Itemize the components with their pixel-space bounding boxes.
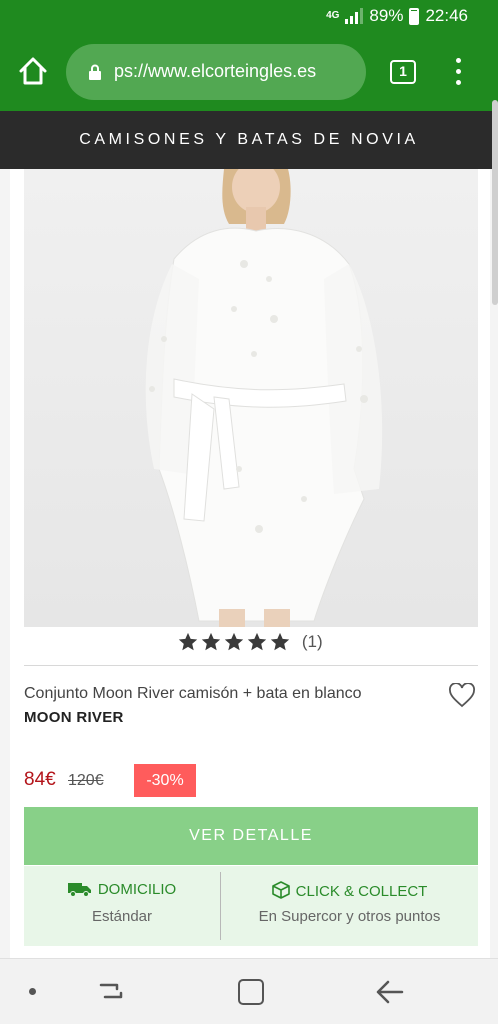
url-text: ps://www.elcorteingles.es — [114, 61, 317, 81]
browser-toolbar: ps://www.elcorteingles.es 1 — [0, 34, 498, 111]
current-price: 84€ — [24, 769, 56, 790]
product-list: (1) Conjunto Moon River camisón + bata e… — [0, 169, 498, 958]
home-delivery-subtitle: Estándar — [91, 908, 153, 925]
back-icon[interactable] — [374, 978, 406, 1006]
signal-icon — [345, 8, 364, 24]
recent-apps-icon[interactable] — [97, 977, 125, 1005]
battery-level: 89% — [369, 6, 404, 25]
star-icon — [271, 632, 290, 651]
scrollbar[interactable] — [492, 100, 498, 305]
home-icon[interactable] — [16, 54, 50, 88]
rating-stars — [177, 631, 291, 653]
tabs-icon[interactable]: 1 — [390, 60, 416, 84]
status-bar: 4G 89% 22:46 — [0, 0, 498, 34]
heart-icon[interactable] — [448, 682, 476, 709]
click-collect-subtitle: En Supercor y otros puntos — [258, 908, 441, 925]
lock-icon — [89, 64, 101, 80]
discount-badge: -30% — [134, 764, 196, 797]
network-indicator: 4G — [326, 10, 340, 21]
original-price: 120€ — [68, 772, 104, 789]
url-bar[interactable]: ps://www.elcorteingles.es — [66, 44, 366, 100]
overflow-menu-icon[interactable] — [450, 58, 468, 88]
view-detail-button[interactable]: VER DETALLE — [24, 807, 478, 865]
battery-icon — [409, 7, 420, 25]
category-header: CAMISONES Y BATAS DE NOVIA — [0, 111, 498, 169]
home-delivery-option[interactable]: DOMICILIO Estándar — [24, 866, 220, 946]
category-title: CAMISONES Y BATAS DE NOVIA — [79, 131, 419, 148]
delivery-options: DOMICILIO Estándar CLICK & COLLECT En Su… — [24, 866, 478, 946]
clock: 22:46 — [425, 6, 468, 25]
click-collect-label: CLICK & COLLECT — [295, 883, 428, 900]
rating-count[interactable]: (1) — [302, 632, 323, 651]
home-delivery-title: DOMICILIO — [24, 881, 220, 898]
system-nav-bar — [0, 958, 498, 1024]
rating: (1) — [10, 631, 490, 653]
home-delivery-label: DOMICILIO — [97, 881, 177, 898]
click-collect-option[interactable]: CLICK & COLLECT En Supercor y otros punt… — [221, 866, 478, 946]
home-key-icon[interactable] — [238, 979, 264, 1005]
product-card[interactable]: (1) Conjunto Moon River camisón + bata e… — [10, 169, 490, 958]
truck-icon — [67, 883, 91, 897]
star-icon — [248, 632, 267, 651]
star-icon — [202, 632, 221, 651]
box-icon — [271, 881, 290, 899]
click-collect-title: CLICK & COLLECT — [221, 881, 478, 900]
divider — [24, 665, 478, 666]
star-icon — [179, 632, 198, 651]
product-photo[interactable] — [24, 169, 478, 627]
dot-icon — [29, 988, 36, 995]
product-brand: MOON RIVER — [24, 709, 124, 726]
product-name[interactable]: Conjunto Moon River camisón + bata en bl… — [24, 685, 362, 703]
star-icon — [225, 632, 244, 651]
